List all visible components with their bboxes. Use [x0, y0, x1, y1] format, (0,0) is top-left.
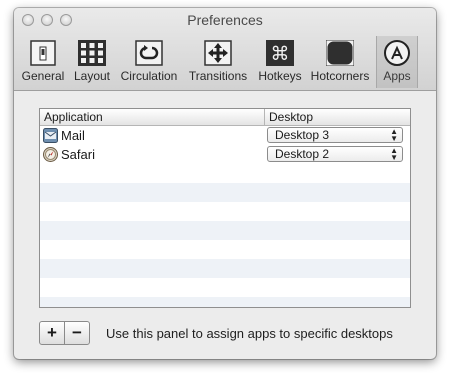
column-separator[interactable] — [264, 109, 265, 125]
toolbar-general[interactable]: General — [18, 36, 68, 88]
app-name: Safari — [61, 147, 95, 162]
grid-icon — [77, 40, 107, 66]
remove-app-button[interactable]: − — [64, 321, 90, 345]
empty-row — [40, 202, 410, 221]
toolbar-general-label: General — [21, 69, 65, 83]
column-header-application[interactable]: Application — [44, 110, 103, 124]
empty-row — [40, 221, 410, 240]
add-remove-buttons: + − — [39, 321, 91, 345]
empty-row — [40, 240, 410, 259]
table-row[interactable]: Safari Desktop 2 ▲ ▼ — [40, 145, 410, 164]
desktop-select-value: Desktop 2 — [275, 147, 330, 161]
toolbar-apps[interactable]: Apps — [376, 36, 418, 88]
toolbar-transitions[interactable]: Transitions — [184, 36, 252, 88]
toolbar-layout-label: Layout — [73, 69, 111, 83]
toolbar-hotcorners[interactable]: Hotcorners — [308, 36, 372, 88]
desktop-select[interactable]: Desktop 3 ▲ ▼ — [267, 127, 403, 143]
add-app-button[interactable]: + — [39, 321, 65, 345]
empty-row — [40, 164, 410, 183]
toolbar-circulation[interactable]: Circulation — [116, 36, 182, 88]
table-header: Application Desktop — [40, 109, 410, 126]
empty-row — [40, 297, 410, 307]
up-down-arrows-icon: ▲ ▼ — [390, 127, 398, 143]
help-text: Use this panel to assign apps to specifi… — [106, 326, 393, 341]
toolbar-hotcorners-label: Hotcorners — [310, 69, 370, 83]
table-row[interactable]: Mail Desktop 3 ▲ ▼ — [40, 126, 410, 145]
svg-text:⌘: ⌘ — [271, 43, 290, 65]
circulation-icon — [134, 40, 164, 66]
desktop-select-value: Desktop 3 — [275, 128, 330, 142]
toolbar-transitions-label: Transitions — [188, 69, 248, 83]
window-title: Preferences — [187, 12, 263, 28]
table-body: Mail Desktop 3 ▲ ▼ Safari Desktop 2 ▲ ▼ — [40, 126, 410, 307]
up-down-arrows-icon: ▲ ▼ — [390, 146, 398, 162]
column-header-desktop[interactable]: Desktop — [269, 110, 313, 124]
empty-row — [40, 259, 410, 278]
command-key-icon: ⌘ — [265, 40, 295, 66]
mail-app-icon — [43, 128, 58, 143]
toolbar-layout[interactable]: Layout — [70, 36, 114, 88]
toolbar-circulation-label: Circulation — [120, 69, 178, 83]
toolbar-hotkeys[interactable]: ⌘ Hotkeys — [254, 36, 306, 88]
move-arrows-icon — [203, 40, 233, 66]
app-desktop-table: Application Desktop Mail Desktop 3 ▲ ▼ S… — [39, 108, 411, 308]
switch-icon — [28, 40, 58, 66]
toolbar-apps-label: Apps — [383, 69, 411, 83]
toolbar-hotkeys-label: Hotkeys — [258, 69, 302, 83]
apps-panel: Application Desktop Mail Desktop 3 ▲ ▼ S… — [14, 91, 436, 359]
app-store-icon — [382, 40, 412, 66]
empty-row — [40, 183, 410, 202]
title-bar: Preferences General Layout Circulation T… — [14, 8, 436, 91]
empty-row — [40, 278, 410, 297]
app-name: Mail — [61, 128, 85, 143]
toolbar: General Layout Circulation Transitions ⌘… — [14, 36, 436, 90]
desktop-select[interactable]: Desktop 2 ▲ ▼ — [267, 146, 403, 162]
preferences-window: Preferences General Layout Circulation T… — [14, 8, 436, 359]
hotcorners-icon — [325, 40, 355, 66]
safari-app-icon — [43, 147, 58, 162]
